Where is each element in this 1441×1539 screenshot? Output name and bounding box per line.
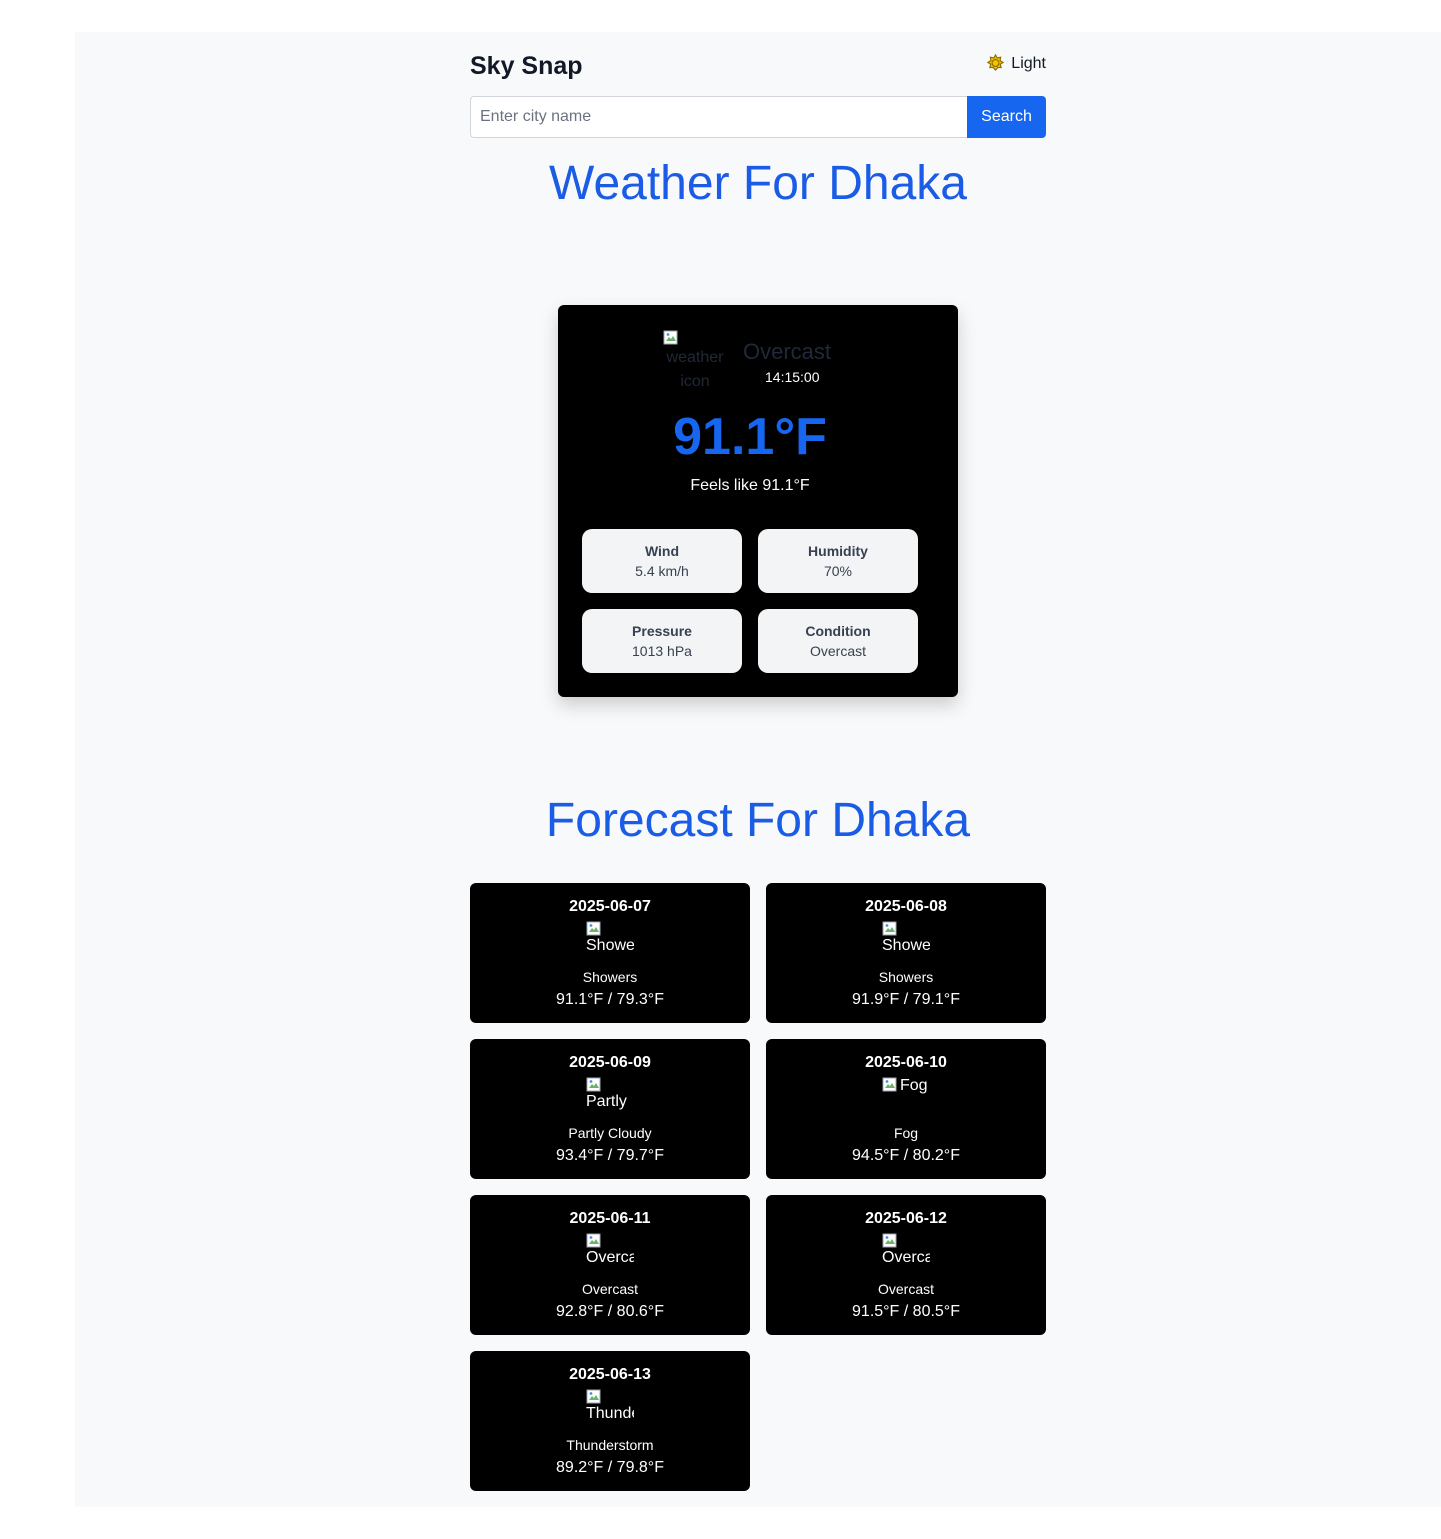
forecast-condition: Overcast (581, 1281, 638, 1297)
forecast-date: 2025-06-10 (865, 1054, 947, 1071)
stat-value: 1013 hPa (632, 643, 692, 659)
forecast-weather-icon: Showe (586, 919, 634, 963)
app-root: Sky Snap Light Search Weather For Dhaka (75, 32, 1441, 1507)
weather-icon-alt-text: weather icon (666, 349, 724, 390)
forecast-icon-alt: Showe (882, 937, 930, 954)
forecast-date: 2025-06-09 (569, 1054, 651, 1071)
theme-label: Light (1011, 54, 1046, 72)
forecast-weather-icon: Overca (882, 1231, 930, 1275)
stat-label: Pressure (632, 623, 692, 639)
forecast-icon-alt: Fog (900, 1077, 928, 1094)
forecast-temps: 91.5°F / 80.5°F (852, 1303, 960, 1320)
forecast-condition: Showers (878, 969, 934, 985)
forecast-temps: 94.5°F / 80.2°F (852, 1147, 960, 1164)
forecast-card: 2025-06-08 Showe Showers 91.9°F / 79.1°F (766, 883, 1046, 1023)
forecast-icon-alt: Overca (586, 1249, 634, 1266)
forecast-weather-icon: Thunde (586, 1387, 634, 1431)
forecast-card: 2025-06-11 Overca Overcast 92.8°F / 80.6… (470, 1195, 750, 1335)
forecast-temps: 91.9°F / 79.1°F (852, 991, 960, 1008)
city-search-input[interactable] (470, 96, 967, 138)
forecast-temps: 91.1°F / 79.3°F (556, 991, 664, 1008)
forecast-card: 2025-06-13 Thunde Thunderstorm 89.2°F / … (470, 1351, 750, 1491)
forecast-date: 2025-06-11 (569, 1210, 651, 1227)
forecast-card: 2025-06-10 Fog Fog 94.5°F / 80.2°F (766, 1039, 1046, 1179)
broken-image-icon (586, 1233, 601, 1248)
forecast-weather-icon: Overca (586, 1231, 634, 1275)
broken-image-icon (663, 330, 678, 345)
forecast-card: 2025-06-09 Partly Partly Cloudy 93.4°F /… (470, 1039, 750, 1179)
forecast-icon-alt: Thunde (586, 1405, 634, 1422)
stat-value: 5.4 km/h (635, 563, 689, 579)
forecast-title: Forecast For Dhaka (545, 794, 971, 847)
stat-humidity: Humidity 70% (758, 529, 918, 593)
sun-icon (987, 54, 1005, 72)
broken-image-icon (882, 1077, 897, 1092)
forecast-temps: 89.2°F / 79.8°F (556, 1459, 664, 1476)
forecast-condition: Partly Cloudy (568, 1125, 652, 1141)
feels-like: Feels like 91.1°F (690, 477, 810, 494)
forecast-card: 2025-06-12 Overca Overcast 91.5°F / 80.5… (766, 1195, 1046, 1335)
forecast-weather-icon: Fog (882, 1075, 930, 1119)
stat-condition: Condition Overcast (758, 609, 918, 673)
forecast-date: 2025-06-07 (569, 898, 651, 915)
stat-label: Condition (805, 623, 871, 639)
broken-image-icon (586, 1077, 601, 1092)
broken-image-icon (882, 1233, 897, 1248)
forecast-condition: Showers (582, 969, 638, 985)
weather-icon: weather icon (663, 328, 727, 392)
current-temperature: 91.1°F (673, 408, 827, 466)
search-bar: Search (470, 96, 1046, 138)
forecast-weather-icon: Partly (586, 1075, 634, 1119)
stat-pressure: Pressure 1013 hPa (582, 609, 742, 673)
forecast-date: 2025-06-13 (569, 1366, 651, 1383)
forecast-condition: Overcast (877, 1281, 934, 1297)
brand-title: Sky Snap (470, 52, 583, 80)
broken-image-icon (586, 1389, 601, 1404)
stat-label: Wind (644, 543, 680, 559)
forecast-date: 2025-06-08 (865, 898, 947, 915)
stat-label: Humidity (808, 543, 868, 559)
weather-title: Weather For Dhaka (549, 157, 967, 210)
forecast-icon-alt: Showe (586, 937, 634, 954)
forecast-icon-alt: Overca (882, 1249, 930, 1266)
stat-wind: Wind 5.4 km/h (582, 529, 742, 593)
forecast-date: 2025-06-12 (865, 1210, 947, 1227)
current-condition: Overcast (743, 339, 832, 364)
broken-image-icon (882, 921, 897, 936)
forecast-icon-alt: Partly (586, 1093, 627, 1110)
theme-toggle-button[interactable]: Light (986, 54, 1046, 73)
header: Sky Snap Light (470, 48, 1046, 84)
stat-value: Overcast (809, 643, 866, 659)
forecast-condition: Fog (893, 1125, 919, 1141)
forecast-condition: Thunderstorm (566, 1437, 654, 1453)
forecast-temps: 93.4°F / 79.7°F (556, 1147, 664, 1164)
forecast-temps: 92.8°F / 80.6°F (556, 1303, 664, 1320)
search-button[interactable]: Search (967, 96, 1046, 138)
current-time: 14:15:00 (765, 369, 820, 385)
forecast-weather-icon: Showe (882, 919, 930, 963)
forecast-card: 2025-06-07 Showe Showers 91.1°F / 79.3°F (470, 883, 750, 1023)
stat-value: 70% (823, 563, 853, 579)
current-weather-card: weather icon Overcast 14:15:00 91.1°F Fe… (558, 305, 958, 697)
broken-image-icon (586, 921, 601, 936)
